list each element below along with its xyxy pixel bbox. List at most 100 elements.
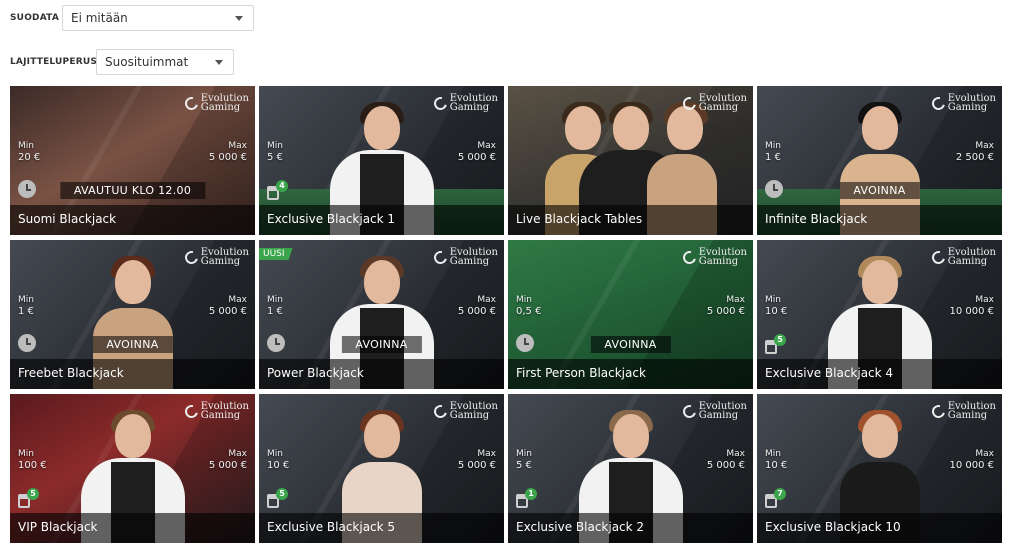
max-bet: Max 5 000 € — [457, 449, 496, 471]
game-tile[interactable]: Evolution Gaming Live Blackjack Tables — [508, 86, 753, 235]
evolution-logo-icon — [680, 402, 699, 420]
new-badge: UUSI — [259, 248, 293, 260]
max-bet: Max 2 500 € — [955, 141, 994, 163]
evolution-logo-icon — [929, 248, 948, 266]
seats-available: 5 — [18, 488, 40, 510]
evolution-logo-icon — [182, 248, 201, 266]
table-status: AVOINNA — [839, 182, 920, 199]
min-bet: Min 10 € — [765, 295, 788, 317]
evolution-gaming-logo: Evolution Gaming — [182, 248, 249, 267]
min-bet: Min 20 € — [18, 141, 41, 163]
clock-icon — [18, 180, 36, 198]
min-bet: Min 5 € — [267, 141, 283, 163]
min-bet: Min 100 € — [18, 449, 47, 471]
game-title: Exclusive Blackjack 10 — [757, 513, 1002, 543]
max-bet: Max 5 000 € — [457, 295, 496, 317]
min-bet: Min 10 € — [765, 449, 788, 471]
min-bet: Min 1 € — [765, 141, 781, 163]
table-status: AVOINNA — [341, 336, 422, 353]
clock-icon — [267, 334, 285, 352]
clock-icon — [765, 180, 783, 198]
evolution-logo-icon — [182, 94, 201, 112]
table-status: AVAUTUU KLO 12.00 — [59, 182, 206, 199]
table-status: AVOINNA — [92, 336, 173, 353]
seats-available: 4 — [267, 180, 289, 202]
game-title: Exclusive Blackjack 2 — [508, 513, 753, 543]
max-bet: Max 5 000 € — [208, 141, 247, 163]
game-grid: Evolution Gaming Min 20 € Max 5 000 € AVAUTU… — [10, 86, 1003, 543]
game-tile[interactable]: Evolution Gaming Min 0,5 € Max 5 000 € AVOIN… — [508, 240, 753, 389]
sort-select[interactable]: Suosituimmat — [96, 49, 234, 75]
seats-count: 5 — [774, 334, 786, 346]
max-bet: Max 10 000 € — [949, 295, 994, 317]
table-status: AVOINNA — [590, 336, 671, 353]
min-bet: Min 1 € — [267, 295, 283, 317]
game-tile[interactable]: Evolution Gaming Min 100 € Max 5 000 € 5 VI… — [10, 394, 255, 543]
game-tile[interactable]: Evolution Gaming Min 1 € Max 5 000 € AVOINNA… — [10, 240, 255, 389]
seats-available: 5 — [765, 334, 787, 356]
min-bet: Min 0,5 € — [516, 295, 542, 317]
filter-bar: SUODATA Ei mitään LAJITTELUPERUSTE Suosi… — [0, 0, 1024, 84]
max-bet: Max 5 000 € — [457, 141, 496, 163]
seats-count: 5 — [27, 488, 39, 500]
filter-select[interactable]: Ei mitään — [62, 5, 254, 31]
seats-count: 4 — [276, 180, 288, 192]
game-tile[interactable]: Evolution Gaming Min 20 € Max 5 000 € AVAUTU… — [10, 86, 255, 235]
seats-available: 5 — [267, 488, 289, 510]
evolution-gaming-logo: Evolution Gaming — [431, 248, 498, 267]
evolution-logo-icon — [431, 248, 450, 266]
evolution-logo-icon — [680, 248, 699, 266]
evolution-gaming-logo: Evolution Gaming — [680, 94, 747, 113]
evolution-gaming-logo: Evolution Gaming — [929, 402, 996, 421]
game-title: Exclusive Blackjack 1 — [259, 205, 504, 235]
sort-select-value: Suosituimmat — [105, 55, 189, 69]
chevron-down-icon — [235, 16, 243, 21]
seats-count: 1 — [525, 488, 537, 500]
seats-available: 1 — [516, 488, 538, 510]
evolution-logo-icon — [182, 402, 201, 420]
game-title: First Person Blackjack — [508, 359, 753, 389]
evolution-gaming-logo: Evolution Gaming — [182, 402, 249, 421]
max-bet: Max 10 000 € — [949, 449, 994, 471]
filter-select-value: Ei mitään — [71, 11, 128, 25]
evolution-logo-icon — [929, 402, 948, 420]
seats-available: 7 — [765, 488, 787, 510]
evolution-gaming-logo: Evolution Gaming — [431, 94, 498, 113]
game-title: VIP Blackjack — [10, 513, 255, 543]
game-title: Infinite Blackjack — [757, 205, 1002, 235]
min-bet: Min 1 € — [18, 295, 34, 317]
game-tile[interactable]: Evolution Gaming Min 10 € Max 10 000 € 5 Ex… — [757, 240, 1002, 389]
evolution-gaming-logo: Evolution Gaming — [929, 94, 996, 113]
game-tile[interactable]: Evolution Gaming Min 10 € Max 10 000 € 7 Ex… — [757, 394, 1002, 543]
seats-count: 5 — [276, 488, 288, 500]
max-bet: Max 5 000 € — [208, 449, 247, 471]
evolution-logo-icon — [431, 94, 450, 112]
game-tile[interactable]: Evolution Gaming Min 5 € Max 5 000 € 4 Excl… — [259, 86, 504, 235]
game-tile[interactable]: Evolution Gaming UUSI Min 1 € Max 5 000 € AV… — [259, 240, 504, 389]
game-title: Freebet Blackjack — [10, 359, 255, 389]
max-bet: Max 5 000 € — [706, 295, 745, 317]
evolution-gaming-logo: Evolution Gaming — [680, 248, 747, 267]
evolution-gaming-logo: Evolution Gaming — [431, 402, 498, 421]
game-tile[interactable]: Evolution Gaming Min 10 € Max 5 000 € 5 Exc… — [259, 394, 504, 543]
game-title: Exclusive Blackjack 5 — [259, 513, 504, 543]
evolution-gaming-logo: Evolution Gaming — [182, 94, 249, 113]
game-tile[interactable]: Evolution Gaming Min 1 € Max 2 500 € AVOINNA… — [757, 86, 1002, 235]
game-title: Exclusive Blackjack 4 — [757, 359, 1002, 389]
evolution-gaming-logo: Evolution Gaming — [680, 402, 747, 421]
game-tile[interactable]: Evolution Gaming Min 5 € Max 5 000 € 1 Excl… — [508, 394, 753, 543]
max-bet: Max 5 000 € — [706, 449, 745, 471]
clock-icon — [18, 334, 36, 352]
evolution-gaming-logo: Evolution Gaming — [929, 248, 996, 267]
min-bet: Min 10 € — [267, 449, 290, 471]
seats-count: 7 — [774, 488, 786, 500]
game-title: Live Blackjack Tables — [508, 205, 753, 235]
sort-label: LAJITTELUPERUSTE — [10, 57, 110, 67]
evolution-logo-icon — [431, 402, 450, 420]
evolution-logo-icon — [929, 94, 948, 112]
clock-icon — [516, 334, 534, 352]
chevron-down-icon — [215, 60, 223, 65]
max-bet: Max 5 000 € — [208, 295, 247, 317]
game-title: Power Blackjack — [259, 359, 504, 389]
game-title: Suomi Blackjack — [10, 205, 255, 235]
